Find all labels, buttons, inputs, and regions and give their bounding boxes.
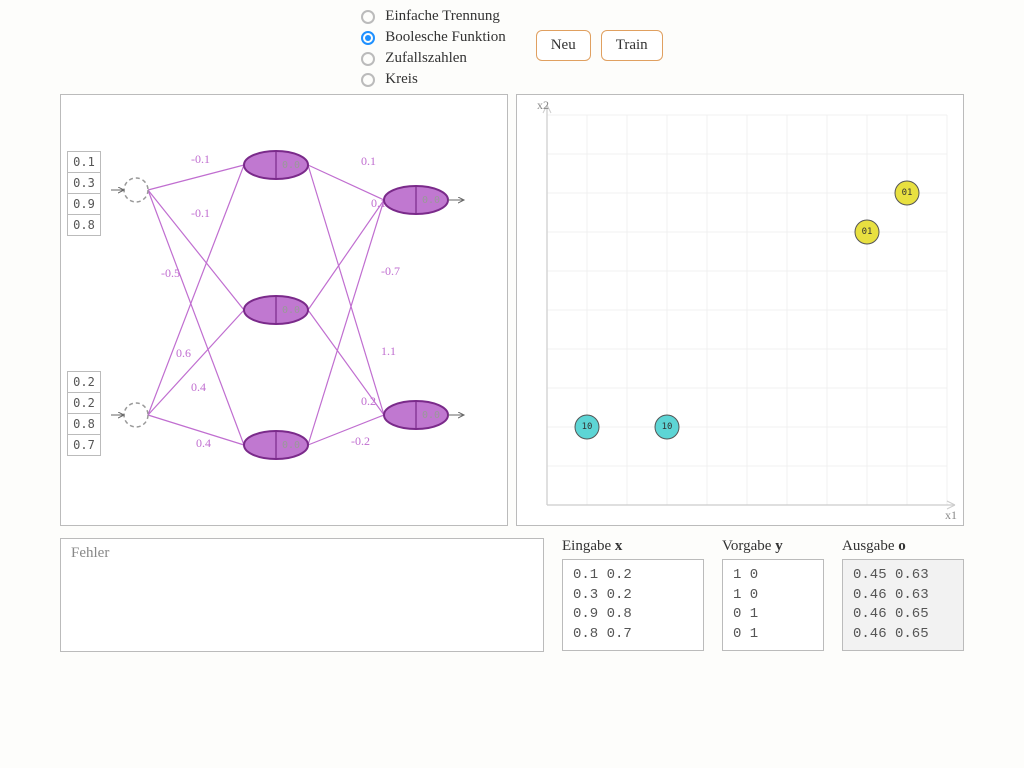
svg-text:1.1: 1.1	[381, 344, 396, 358]
svg-text:-0.5: -0.5	[161, 266, 180, 280]
radio-dot-icon	[361, 52, 375, 66]
table-row: 0.46 0.63	[853, 586, 953, 606]
vorgabe-header-bold: y	[775, 538, 783, 554]
top-controls: Einfache Trennung Boolesche Funktion Zufal…	[10, 8, 1014, 88]
eingabe-header-bold: x	[615, 538, 623, 554]
table-row: 0.9 0.8	[573, 605, 693, 625]
table-row: 0.46 0.65	[853, 625, 953, 645]
input-value-cell: 0.8	[67, 214, 101, 236]
vorgabe-box: 1 01 00 10 1	[722, 559, 824, 651]
input-value-cell: 0.2	[67, 392, 101, 413]
scatter-point-label: 10	[582, 422, 593, 432]
svg-text:0.6: 0.6	[176, 346, 191, 360]
panels-row: 0.10.30.90.8 0.20.20.80.7 -0.1-0.1-0.50.…	[10, 94, 1014, 526]
svg-text:0.1: 0.1	[361, 154, 376, 168]
action-buttons: Neu Train	[536, 30, 663, 61]
dataset-radio-1[interactable]: Boolesche Funktion	[361, 29, 505, 46]
table-row: 0.46 0.65	[853, 605, 953, 625]
input-value-cell: 0.2	[67, 371, 101, 392]
neu-button[interactable]: Neu	[536, 30, 591, 61]
radio-label: Zufallszahlen	[385, 50, 467, 67]
vorgabe-column: Vorgabe y 1 01 00 10 1	[722, 538, 824, 652]
svg-text:-0.2: -0.2	[351, 434, 370, 448]
svg-text:-0.7: -0.7	[381, 264, 400, 278]
fehler-box: Fehler	[60, 538, 544, 652]
ausgabe-header-bold: o	[898, 538, 906, 554]
table-row: 0.8 0.7	[573, 625, 693, 645]
svg-text:0.4: 0.4	[191, 380, 206, 394]
svg-text:-0.1: -0.1	[191, 152, 210, 166]
train-button[interactable]: Train	[601, 30, 663, 61]
input-value-cell: 0.3	[67, 172, 101, 193]
input-column-1: 0.20.20.80.7	[67, 371, 101, 456]
radio-label: Boolesche Funktion	[385, 29, 505, 46]
svg-text:0.0: 0.0	[422, 195, 440, 206]
table-row: 0.45 0.63	[853, 566, 953, 586]
dataset-radio-3[interactable]: Kreis	[361, 71, 505, 88]
table-row: 0.3 0.2	[573, 586, 693, 606]
svg-text:0.2: 0.2	[361, 394, 376, 408]
dataset-radio-2[interactable]: Zufallszahlen	[361, 50, 505, 67]
table-row: 1 0	[733, 586, 813, 606]
radio-dot-icon	[361, 31, 375, 45]
input-value-cell: 0.1	[67, 151, 101, 172]
svg-text:0.0: 0.0	[282, 305, 300, 316]
input-value-cell: 0.8	[67, 413, 101, 434]
svg-text:0.0: 0.0	[282, 160, 300, 171]
eingabe-header-pre: Eingabe	[562, 538, 615, 554]
input-node-1	[124, 178, 148, 202]
scatter-svg: x1 x2 10 10 01 01	[517, 95, 964, 525]
radio-dot-icon	[361, 10, 375, 24]
radio-label: Kreis	[385, 71, 418, 88]
scatter-point-label: 01	[902, 188, 913, 198]
vorgabe-header-pre: Vorgabe	[722, 538, 775, 554]
scatter-point-label: 01	[862, 227, 873, 237]
svg-text:-0.1: -0.1	[191, 206, 210, 220]
ausgabe-header-pre: Ausgabe	[842, 538, 898, 554]
eingabe-box: 0.1 0.20.3 0.20.9 0.80.8 0.7	[562, 559, 704, 651]
svg-text:0.0: 0.0	[422, 410, 440, 421]
dataset-radio-0[interactable]: Einfache Trennung	[361, 8, 505, 25]
ausgabe-column: Ausgabe o 0.45 0.630.46 0.630.46 0.650.4…	[842, 538, 964, 652]
input-node-2	[124, 403, 148, 427]
y-axis-label: x2	[537, 98, 549, 112]
svg-text:0.0: 0.0	[282, 440, 300, 451]
svg-text:0.4: 0.4	[196, 436, 211, 450]
network-svg: -0.1 -0.1 -0.5 0.6 0.4 0.4 0.1 0.1 -0.7 1.1 0.2 -0.…	[61, 95, 508, 525]
x-axis-label: x1	[945, 508, 957, 522]
dataset-radio-group: Einfache Trennung Boolesche Funktion Zufal…	[361, 8, 505, 88]
table-row: 0 1	[733, 605, 813, 625]
ausgabe-box: 0.45 0.630.46 0.630.46 0.650.46 0.65	[842, 559, 964, 651]
fehler-section: Fehler	[60, 538, 544, 652]
eingabe-column: Eingabe x 0.1 0.20.3 0.20.9 0.80.8 0.7	[562, 538, 704, 652]
table-row: 0 1	[733, 625, 813, 645]
radio-label: Einfache Trennung	[385, 8, 500, 25]
scatter-point-label: 10	[662, 422, 673, 432]
bottom-row: Fehler Eingabe x 0.1 0.20.3 0.20.9 0.80.…	[10, 526, 1014, 652]
fehler-label: Fehler	[71, 545, 109, 561]
table-row: 1 0	[733, 566, 813, 586]
input-value-cell: 0.9	[67, 193, 101, 214]
table-row: 0.1 0.2	[573, 566, 693, 586]
radio-dot-icon	[361, 73, 375, 87]
network-panel: 0.10.30.90.8 0.20.20.80.7 -0.1-0.1-0.50.…	[60, 94, 508, 526]
input-value-cell: 0.7	[67, 434, 101, 456]
scatter-panel: x1 x2 10 10 01 01	[516, 94, 964, 526]
input-column-0: 0.10.30.90.8	[67, 151, 101, 236]
